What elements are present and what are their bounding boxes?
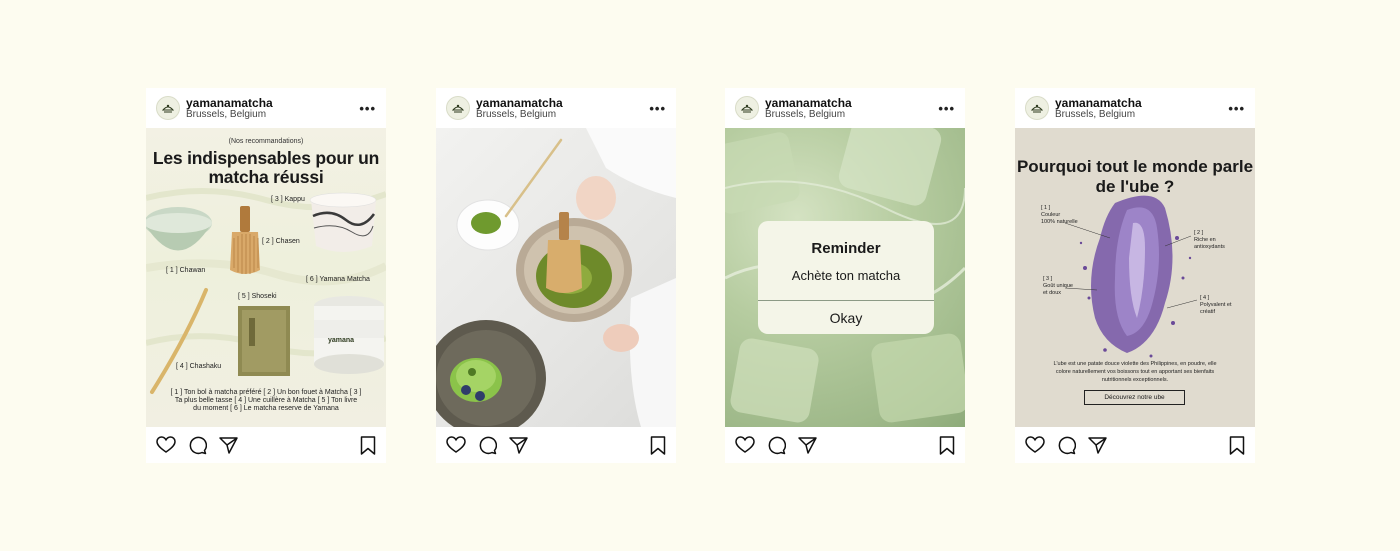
post-footer-text: [ 1 ] Ton bol à matcha préféré [ 2 ] Un … <box>170 389 362 412</box>
label-chasen: [ 2 ] Chasen <box>262 238 300 245</box>
matcha-tin-image: yamana <box>314 296 384 374</box>
chawan-image <box>146 207 212 251</box>
subtitle: (Nos recommandations) <box>228 138 304 145</box>
heart-icon <box>735 436 755 453</box>
label-gout: [ 3 ] Goût unique et doux <box>1043 276 1073 296</box>
okay-button[interactable]: Okay <box>758 301 934 334</box>
post-image[interactable] <box>436 128 676 427</box>
heart-icon <box>446 436 466 453</box>
location[interactable]: Brussels, Belgium <box>476 109 649 120</box>
comment-button[interactable] <box>767 436 786 455</box>
comment-icon <box>1058 436 1076 454</box>
dialog-message: Achète ton matcha <box>791 268 901 283</box>
discover-ube-button[interactable]: Découvrez notre ube <box>1084 390 1185 405</box>
chasen-image <box>230 206 260 274</box>
post-header: yamanamatcha Brussels, Belgium ••• <box>1015 88 1255 128</box>
post-image[interactable]: Pourquoi tout le monde parle de l'ube ? … <box>1015 128 1255 427</box>
avatar[interactable] <box>1025 96 1049 120</box>
reminder-dialog: Reminder Achète ton matcha Okay <box>758 221 934 334</box>
post-title: Pourquoi tout le monde parle de l'ube ? <box>1016 157 1254 196</box>
share-icon <box>1088 436 1107 454</box>
more-options-icon[interactable]: ••• <box>1228 101 1245 116</box>
shoseki-image <box>238 306 290 376</box>
like-button[interactable] <box>446 436 466 454</box>
post-image[interactable]: yamana (Nos recommandations) Les indispe… <box>146 128 386 427</box>
label-antioxydants: [ 2 ] Riche en antioxydants <box>1194 230 1225 250</box>
label-polyvalent: [ 4 ] Polyvalent et créatif <box>1200 295 1232 315</box>
post-title: Les indispensables pour un matcha réussi <box>152 148 380 187</box>
post-description: L'ube est une patate douce violette des … <box>1053 361 1217 383</box>
bookmark-icon <box>939 435 955 455</box>
avatar[interactable] <box>156 96 180 120</box>
post-3: yamanamatcha Brussels, Belgium ••• Remin… <box>725 88 965 463</box>
post-actions <box>146 427 386 463</box>
label-shoseki: [ 5 ] Shoseki <box>238 293 277 300</box>
location[interactable]: Brussels, Belgium <box>1055 109 1228 120</box>
share-icon <box>798 436 817 454</box>
logo-icon <box>451 104 465 113</box>
label-kappu: [ 3 ] Kappu <box>271 196 305 203</box>
bookmark-icon <box>1229 435 1245 455</box>
post-actions <box>1015 427 1255 463</box>
bookmark-icon <box>650 435 666 455</box>
comment-icon <box>189 436 207 454</box>
share-icon <box>509 436 528 454</box>
post-2: yamanamatcha Brussels, Belgium ••• <box>436 88 676 463</box>
kappu-image <box>309 192 377 252</box>
username[interactable]: yamanamatcha <box>476 97 649 109</box>
logo-icon <box>161 104 175 113</box>
more-options-icon[interactable]: ••• <box>938 101 955 116</box>
matcha-preparation-photo <box>436 128 676 427</box>
label-couleur: [ 1 ] Couleur 100% naturelle <box>1041 205 1078 225</box>
post-actions <box>436 427 676 463</box>
avatar[interactable] <box>446 96 470 120</box>
share-button[interactable] <box>1088 436 1107 454</box>
logo-icon <box>740 104 754 113</box>
username[interactable]: yamanamatcha <box>186 97 359 109</box>
post-1: yamanamatcha Brussels, Belgium ••• yaman… <box>146 88 386 463</box>
username[interactable]: yamanamatcha <box>765 97 938 109</box>
heart-icon <box>1025 436 1045 453</box>
comment-button[interactable] <box>188 436 207 455</box>
share-icon <box>219 436 238 454</box>
bookmark-icon <box>360 435 376 455</box>
like-button[interactable] <box>156 436 176 454</box>
dialog-title: Reminder <box>811 240 881 257</box>
logo-icon <box>1030 104 1044 113</box>
save-button[interactable] <box>360 435 376 455</box>
avatar[interactable] <box>735 96 759 120</box>
save-button[interactable] <box>1229 435 1245 455</box>
share-button[interactable] <box>798 436 817 454</box>
save-button[interactable] <box>939 435 955 455</box>
share-button[interactable] <box>219 436 238 454</box>
share-button[interactable] <box>509 436 528 454</box>
more-options-icon[interactable]: ••• <box>649 101 666 116</box>
more-options-icon[interactable]: ••• <box>359 101 376 116</box>
post-image[interactable]: Reminder Achète ton matcha Okay <box>725 128 965 427</box>
save-button[interactable] <box>650 435 666 455</box>
post-4: yamanamatcha Brussels, Belgium ••• Pourq… <box>1015 88 1255 463</box>
svg-text:yamana: yamana <box>328 337 354 344</box>
location[interactable]: Brussels, Belgium <box>765 109 938 120</box>
comment-button[interactable] <box>1057 436 1076 455</box>
comment-icon <box>479 436 497 454</box>
like-button[interactable] <box>735 436 755 454</box>
post-header: yamanamatcha Brussels, Belgium ••• <box>436 88 676 128</box>
comment-icon <box>768 436 786 454</box>
username[interactable]: yamanamatcha <box>1055 97 1228 109</box>
location[interactable]: Brussels, Belgium <box>186 109 359 120</box>
heart-icon <box>156 436 176 453</box>
post-header: yamanamatcha Brussels, Belgium ••• <box>146 88 386 128</box>
label-chawan: [ 1 ] Chawan <box>166 267 206 274</box>
label-yamana-matcha: [ 6 ] Yamana Matcha <box>306 276 370 283</box>
post-header: yamanamatcha Brussels, Belgium ••• <box>725 88 965 128</box>
like-button[interactable] <box>1025 436 1045 454</box>
post-actions <box>725 427 965 463</box>
comment-button[interactable] <box>478 436 497 455</box>
label-chashaku: [ 4 ] Chashaku <box>176 363 222 370</box>
